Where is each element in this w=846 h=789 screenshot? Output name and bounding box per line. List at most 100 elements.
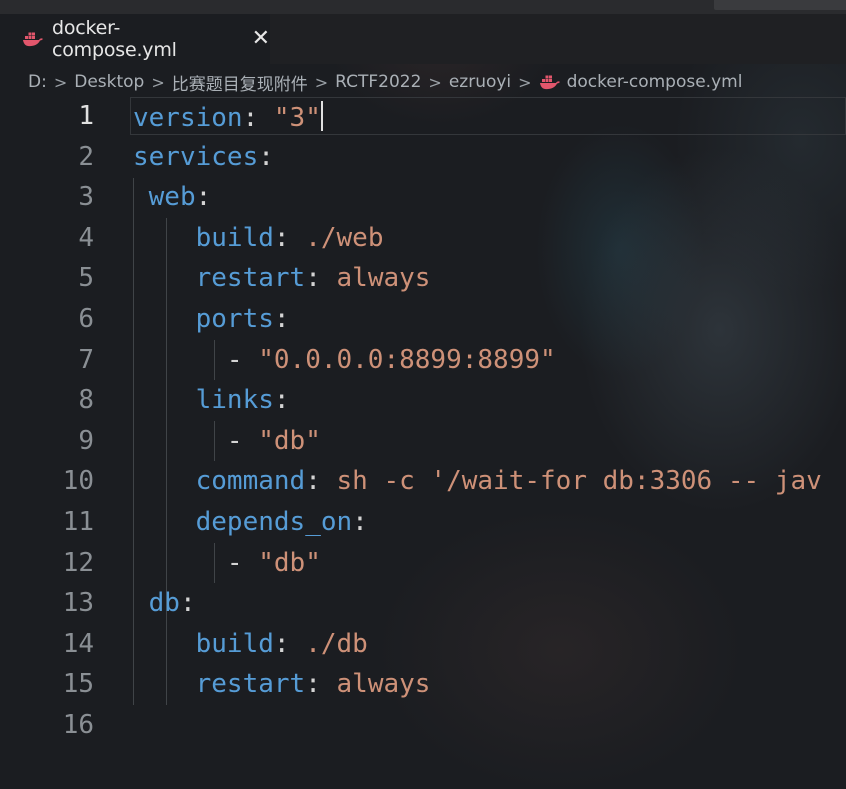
code-line[interactable]: 3 web: [0, 178, 846, 219]
code-line[interactable]: 12 - "db" [0, 544, 846, 585]
tab-docker-compose[interactable]: docker-compose.yml ✕ [0, 14, 270, 64]
breadcrumb-separator: > [314, 72, 329, 92]
breadcrumb-item-file[interactable]: docker-compose.yml [567, 72, 743, 92]
yaml-value: "0.0.0.0:8899:8899" [258, 344, 556, 375]
code-line[interactable]: 9 - "db" [0, 422, 846, 463]
breadcrumb-item-desktop[interactable]: Desktop [74, 72, 144, 92]
yaml-key: web [148, 182, 196, 213]
line-number: 8 [78, 385, 94, 416]
yaml-value: sh -c '/wait-for db:3306 -- jav [336, 466, 822, 497]
code-text: ports: [133, 304, 290, 334]
yaml-key: links [195, 385, 274, 416]
code-text: build: ./web [133, 223, 384, 253]
yaml-value: always [336, 263, 431, 294]
code-line[interactable]: 16 [0, 706, 846, 747]
title-bar [0, 0, 846, 14]
line-number: 3 [78, 182, 94, 213]
code-line[interactable]: 14 build: ./db [0, 625, 846, 666]
code-line[interactable]: 15 restart: always [0, 665, 846, 706]
code-text: command: sh -c '/wait-for db:3306 -- jav [133, 466, 822, 496]
yaml-punctuation: : [305, 466, 337, 497]
line-number: 6 [78, 304, 94, 334]
code-line[interactable]: 10 command: sh -c '/wait-for db:3306 -- … [0, 462, 846, 503]
code-text: links: [133, 385, 290, 415]
code-editor[interactable]: 1 version: "3" 2 services: 3 web: 4 build: ./… [0, 97, 846, 789]
yaml-punctuation: : [258, 141, 274, 172]
yaml-key: command [195, 466, 306, 497]
breadcrumb-separator: > [53, 72, 68, 92]
yaml-key: build [195, 222, 274, 253]
yaml-key: restart [195, 263, 306, 294]
yaml-key: ports [195, 304, 274, 334]
line-number: 14 [62, 628, 94, 659]
yaml-punctuation: : [305, 669, 337, 700]
breadcrumb-item-ezruoyi[interactable]: ezruoyi [449, 72, 511, 92]
code-text: build: ./db [133, 629, 368, 659]
line-number: 4 [78, 222, 94, 253]
yaml-punctuation: - [226, 425, 259, 456]
code-text: restart: always [133, 669, 431, 700]
code-line[interactable]: 2 services: [0, 138, 846, 179]
yaml-punctuation: - [226, 547, 259, 578]
line-number: 15 [62, 669, 94, 700]
yaml-key: services [133, 141, 259, 172]
code-line[interactable]: 8 links: [0, 381, 846, 422]
line-number: 1 [78, 101, 94, 131]
yaml-value: ./db [305, 628, 368, 659]
tab-bar: docker-compose.yml ✕ [0, 14, 846, 64]
code-text: services: [133, 142, 274, 172]
yaml-punctuation: : [242, 103, 274, 133]
code-line[interactable]: 1 version: "3" [0, 97, 846, 138]
code-line[interactable]: 13 db: [0, 584, 846, 625]
code-text: web: [133, 182, 212, 213]
code-line[interactable]: 11 depends_on: [0, 503, 846, 544]
yaml-key: version [133, 103, 243, 133]
line-number: 9 [78, 425, 94, 456]
yaml-punctuation: : [179, 588, 196, 619]
yaml-punctuation: : [195, 182, 212, 213]
code-line[interactable]: 4 build: ./web [0, 219, 846, 260]
code-line[interactable]: 5 restart: always [0, 259, 846, 300]
yaml-value: "3" [273, 103, 321, 133]
docker-whale-icon [539, 74, 561, 90]
yaml-punctuation: : [273, 628, 306, 659]
breadcrumb-separator: > [428, 72, 442, 92]
yaml-value: "db" [258, 547, 321, 578]
yaml-punctuation: : [352, 507, 368, 537]
breadcrumb-item-rctf[interactable]: RCTF2022 [335, 72, 421, 92]
line-number: 11 [62, 507, 94, 537]
breadcrumb-item-folder[interactable]: 比赛题目复现附件 [172, 70, 308, 95]
line-number: 5 [78, 263, 94, 294]
line-number: 2 [78, 141, 94, 172]
line-number: 10 [62, 466, 94, 497]
code-text: version: "3" [133, 101, 323, 133]
code-text: restart: always [133, 263, 431, 294]
breadcrumb: D: > Desktop > 比赛题目复现附件 > RCTF2022 > ezr… [28, 68, 742, 96]
yaml-value: always [336, 669, 431, 700]
yaml-punctuation: : [305, 263, 337, 294]
line-number: 16 [62, 710, 94, 740]
yaml-punctuation: - [226, 344, 259, 375]
yaml-value: "db" [258, 425, 321, 456]
breadcrumb-item-drive[interactable]: D: [28, 72, 47, 92]
close-icon[interactable]: ✕ [252, 28, 270, 50]
code-line[interactable]: 7 - "0.0.0.0:8899:8899" [0, 341, 846, 382]
yaml-punctuation: : [273, 304, 290, 334]
window-controls-area[interactable] [714, 0, 846, 10]
code-line[interactable]: 6 ports: [0, 300, 846, 341]
docker-whale-icon [22, 31, 44, 47]
yaml-value: ./web [305, 222, 384, 253]
